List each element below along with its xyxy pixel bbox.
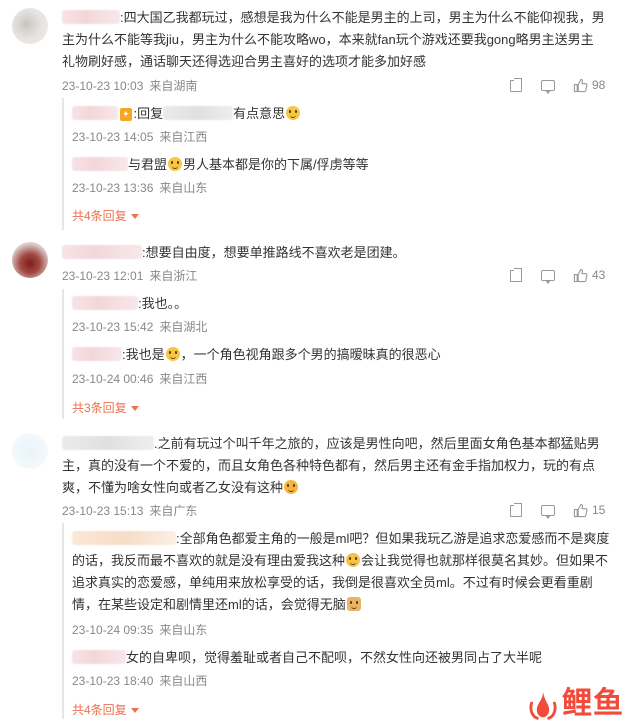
like-icon[interactable] bbox=[573, 78, 588, 93]
caret-down-icon bbox=[130, 708, 139, 713]
thread-divider bbox=[62, 523, 64, 719]
comment-text: :想要自由度，想要单推路线不喜欢老是团建。 bbox=[62, 242, 406, 264]
comment-meta: 23-10-23 12:01 来自浙江 bbox=[62, 269, 198, 283]
comment-actions: 43 bbox=[509, 268, 606, 284]
reply-text: :全部角色都爱主角的一般是ml吧？但如果我玩乙游是追求恋爱感而不是爽度 的话，我… bbox=[72, 531, 610, 612]
emoji-icon bbox=[346, 553, 361, 567]
avatar[interactable] bbox=[12, 433, 48, 469]
username-redacted[interactable] bbox=[72, 650, 126, 664]
like-icon[interactable] bbox=[573, 503, 588, 518]
username-redacted[interactable] bbox=[72, 106, 118, 120]
comment-text: :四大国乙我都玩过，感想是我为什么不能是男主的上司，男主为什么不能仰视我，男 主… bbox=[62, 10, 605, 69]
comment-meta: 23-10-23 10:03 来自湖南 bbox=[62, 78, 197, 94]
watermark-text: 鲤鱼 bbox=[562, 686, 624, 721]
reply-meta: 23-10-23 15:42 来自湖北 bbox=[72, 320, 208, 334]
comment-actions: 98 bbox=[509, 78, 606, 94]
member-badge: ✦ bbox=[120, 108, 132, 121]
like-count: 98 bbox=[592, 78, 606, 92]
username-redacted[interactable] bbox=[62, 10, 120, 24]
like-count: 15 bbox=[592, 503, 606, 517]
reply-text: 与君盟 男人基本都是你的下属/俘虏等等 bbox=[72, 154, 369, 176]
avatar[interactable] bbox=[12, 8, 48, 44]
comment-icon[interactable] bbox=[541, 505, 555, 519]
reply-meta: 23-10-23 14:05 来自江西 bbox=[72, 130, 208, 144]
username-redacted[interactable] bbox=[72, 157, 128, 171]
emoji-icon bbox=[346, 597, 361, 611]
reply-meta: 23-10-23 18:40 来自山西 bbox=[72, 674, 208, 688]
timestamp: 23-10-23 10:03 bbox=[62, 79, 144, 93]
reply-meta: 23-10-24 09:35 来自山东 bbox=[72, 623, 208, 637]
avatar[interactable] bbox=[12, 242, 48, 278]
share-icon[interactable] bbox=[509, 503, 523, 517]
watermark: 鲤鱼 bbox=[524, 687, 624, 721]
reply-text: ✦:回复 有点意思 bbox=[72, 103, 301, 125]
caret-down-icon bbox=[130, 406, 139, 411]
comment-meta: 23-10-23 15:13 来自广东 bbox=[62, 504, 198, 518]
username-redacted[interactable] bbox=[72, 347, 122, 361]
fire-icon bbox=[524, 687, 562, 721]
reply-text: :我也。。 bbox=[72, 293, 187, 315]
thread-divider bbox=[62, 98, 64, 230]
emoji-icon bbox=[284, 480, 299, 494]
share-icon[interactable] bbox=[509, 78, 523, 92]
emoji-icon bbox=[286, 106, 301, 120]
thread-divider bbox=[62, 289, 64, 419]
comment-icon[interactable] bbox=[541, 80, 555, 94]
more-replies-link[interactable]: 共3条回复 bbox=[72, 400, 139, 416]
more-replies-link[interactable]: 共4条回复 bbox=[72, 208, 139, 224]
username-redacted[interactable] bbox=[72, 296, 138, 310]
reply-text: 女的自卑呗，觉得羞耻或者自己不配呗，不然女性向还被男同占了大半呢 bbox=[72, 647, 542, 669]
reply-meta: 23-10-23 13:36 来自山东 bbox=[72, 181, 208, 195]
username-redacted[interactable] bbox=[62, 245, 142, 259]
location: 来自湖南 bbox=[149, 79, 198, 93]
reply-text: :我也是 ，一个角色视角跟多个男的搞暧昧真的很恶心 bbox=[72, 344, 441, 366]
comment-icon[interactable] bbox=[541, 270, 555, 284]
more-replies-link[interactable]: 共4条回复 bbox=[72, 702, 139, 718]
comment-actions: 15 bbox=[509, 503, 606, 519]
emoji-icon bbox=[165, 347, 180, 361]
emoji-icon bbox=[168, 157, 183, 171]
share-icon[interactable] bbox=[509, 268, 523, 282]
like-count: 43 bbox=[592, 268, 606, 282]
caret-down-icon bbox=[130, 214, 139, 219]
username-redacted[interactable] bbox=[62, 436, 154, 450]
like-icon[interactable] bbox=[573, 268, 588, 283]
reply-meta: 23-10-24 00:46 来自江西 bbox=[72, 372, 208, 386]
username-redacted[interactable] bbox=[163, 106, 234, 120]
comment-feed: :四大国乙我都玩过，感想是我为什么不能是男主的上司，男主为什么不能仰视我，男 主… bbox=[0, 0, 638, 725]
username-redacted[interactable] bbox=[72, 531, 176, 545]
comment-text: .之前有玩过个叫千年之旅的，应该是男性向吧，然后里面女角色基本都猛贴男 主，真的… bbox=[62, 436, 600, 495]
